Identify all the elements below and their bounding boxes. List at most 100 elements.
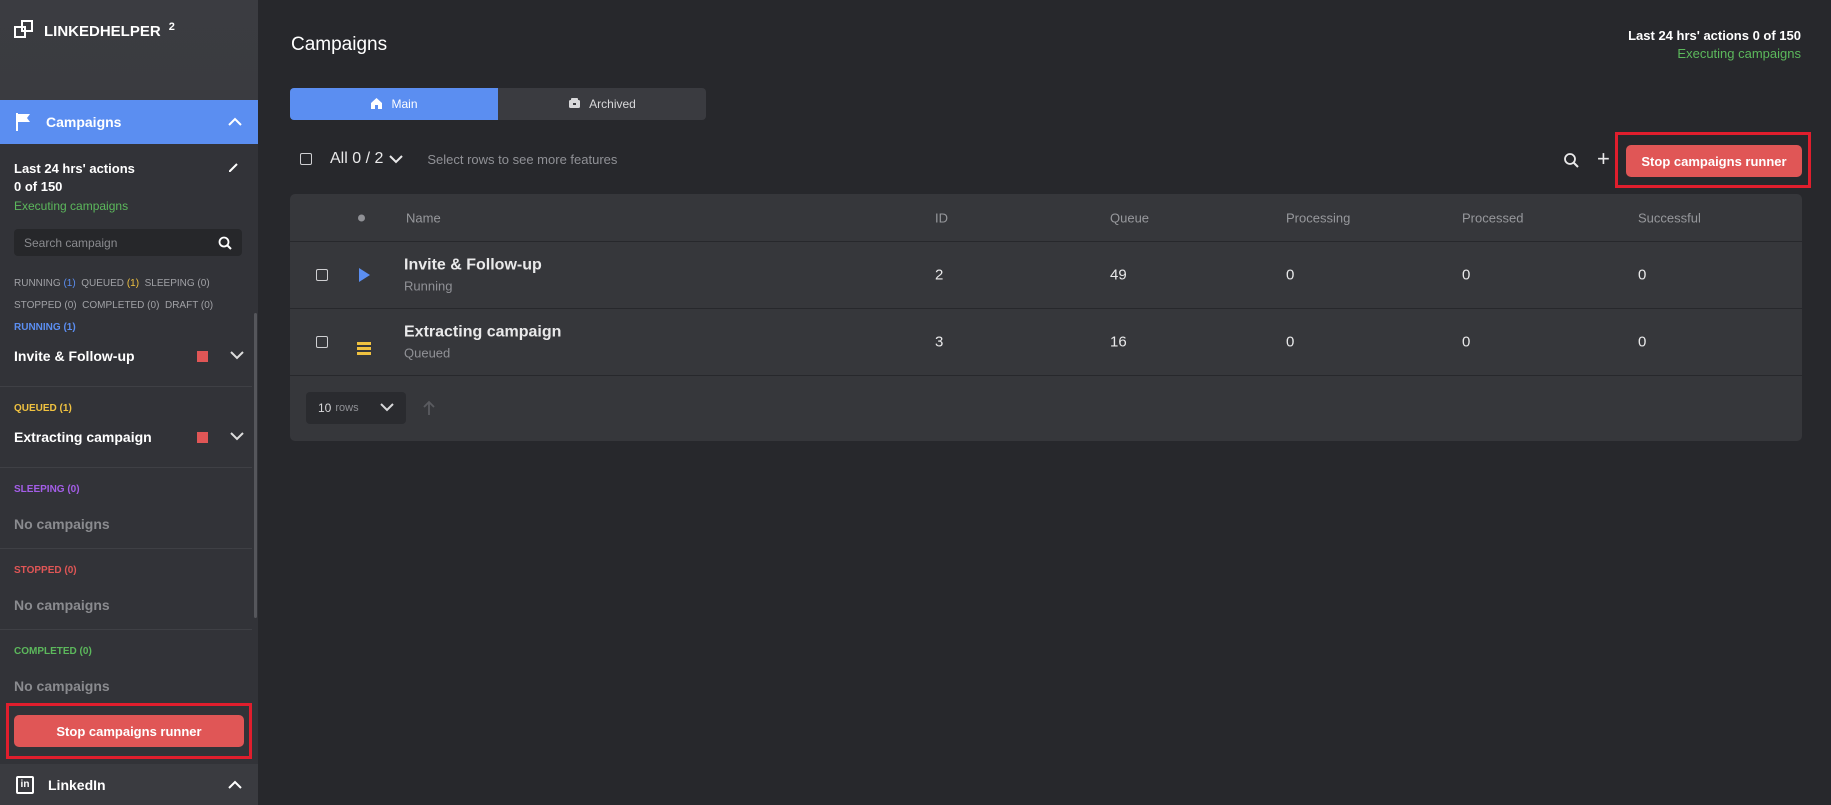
cell-processed: 0	[1462, 266, 1471, 284]
no-campaigns-text: No campaigns	[14, 516, 110, 532]
rows-per-page-value: 10	[318, 401, 332, 415]
chevron-down-icon[interactable]	[230, 430, 244, 444]
actions-stats: Last 24 hrs' actions 0 of 150 Executing …	[14, 160, 244, 216]
home-icon	[370, 97, 383, 112]
row-checkbox[interactable]	[316, 336, 328, 348]
executing-status: Executing campaigns	[1677, 46, 1801, 61]
stop-icon[interactable]	[197, 350, 208, 362]
campaign-name-cell[interactable]: Extracting campaign Queued	[404, 324, 561, 361]
campaign-status: Queued	[404, 345, 451, 361]
executing-status: Executing campaigns	[14, 199, 129, 213]
count-sleeping[interactable]: SLEEPING (0)	[145, 278, 210, 289]
sidebar-campaign-item[interactable]: Invite & Follow-up	[14, 348, 244, 364]
cell-successful: 0	[1638, 333, 1647, 351]
sidebar-campaign-item[interactable]: Extracting campaign	[14, 429, 244, 445]
no-campaigns-text: No campaigns	[14, 597, 110, 613]
count-running[interactable]: RUNNING (1)	[14, 278, 76, 289]
logo-sup: 2	[168, 21, 175, 33]
stop-campaigns-runner-button[interactable]: Stop campaigns runner	[14, 715, 244, 747]
cell-processed: 0	[1462, 333, 1471, 351]
actions-summary: Last 24 hrs' actions 0 of 150 Executing …	[1628, 28, 1801, 61]
chevron-down-icon[interactable]	[230, 349, 244, 363]
logo-text: LINKEDHELPER	[44, 22, 161, 40]
count-completed[interactable]: COMPLETED (0)	[82, 300, 159, 311]
column-header-id[interactable]: ID	[935, 210, 948, 225]
tab-archived-label: Archived	[589, 97, 636, 111]
count-stopped[interactable]: STOPPED (0)	[14, 300, 77, 311]
cell-queue: 16	[1110, 333, 1127, 351]
sidebar-scrollbar[interactable]	[254, 313, 257, 618]
sidebar-campaign-name: Invite & Follow-up	[14, 348, 135, 364]
campaign-status: Running	[404, 278, 453, 294]
cell-id: 2	[935, 266, 944, 284]
chevron-down-icon	[389, 154, 404, 163]
campaign-name: Invite & Follow-up	[404, 256, 542, 274]
select-all-label: All 0 / 2	[330, 150, 384, 167]
select-all-dropdown[interactable]: All 0 / 2	[330, 150, 404, 168]
logo-icon	[14, 20, 36, 42]
select-all-checkbox[interactable]	[300, 153, 312, 165]
cell-id: 3	[935, 333, 944, 351]
tab-main-label: Main	[391, 97, 418, 111]
cell-successful: 0	[1638, 266, 1647, 284]
status-dot-icon	[358, 214, 365, 221]
column-header-queue[interactable]: Queue	[1110, 210, 1149, 225]
divider	[0, 386, 252, 387]
actions-label: Last 24 hrs' actions	[14, 161, 135, 176]
edit-icon[interactable]	[228, 160, 240, 178]
group-label-running: RUNNING (1)	[14, 322, 76, 333]
column-header-processing[interactable]: Processing	[1286, 210, 1350, 225]
column-header-successful[interactable]: Successful	[1638, 210, 1701, 225]
search-icon[interactable]	[218, 236, 232, 250]
linkedin-section-header[interactable]: in LinkedIn	[0, 764, 258, 805]
sidebar: LINKEDHELPER 2 Campaigns Last 24 hrs' act…	[0, 0, 258, 805]
cell-queue: 49	[1110, 266, 1127, 284]
campaigns-section-header[interactable]: Campaigns	[0, 100, 258, 144]
chevron-up-icon[interactable]	[228, 115, 242, 129]
table-row[interactable]: Extracting campaign Queued 3 16 0 0 0	[290, 309, 1802, 376]
actions-summary-text: Last 24 hrs' actions 0 of 150	[1628, 28, 1801, 43]
chevron-down-icon	[380, 401, 394, 415]
cell-processing: 0	[1286, 333, 1295, 351]
divider	[0, 548, 252, 549]
page-title: Campaigns	[291, 34, 388, 55]
group-label-queued: QUEUED (1)	[14, 403, 72, 414]
table-footer: 10 rows	[290, 376, 1802, 440]
chevron-up-icon[interactable]	[228, 778, 242, 792]
sidebar-campaign-name: Extracting campaign	[14, 429, 152, 445]
add-campaign-icon[interactable]: +	[1597, 147, 1610, 171]
column-header-processed[interactable]: Processed	[1462, 210, 1523, 225]
app-logo[interactable]: LINKEDHELPER 2	[14, 20, 175, 42]
search-icon[interactable]	[1563, 152, 1579, 168]
tab-main[interactable]: Main	[290, 88, 498, 120]
campaign-name: Extracting campaign	[404, 323, 562, 341]
campaigns-section-title: Campaigns	[46, 114, 122, 130]
linkedin-label: LinkedIn	[48, 776, 106, 793]
campaign-name-cell[interactable]: Invite & Follow-up Running	[404, 257, 542, 294]
tab-archived[interactable]: Archived	[498, 88, 706, 120]
table-header: Name ID Queue Processing Processed Succe…	[290, 194, 1802, 242]
stop-campaigns-runner-button[interactable]: Stop campaigns runner	[1626, 145, 1802, 177]
cell-processing: 0	[1286, 266, 1295, 284]
divider	[0, 629, 252, 630]
stop-icon[interactable]	[197, 431, 208, 443]
status-counts: RUNNING (1) QUEUED (1) SLEEPING (0) STOP…	[14, 273, 254, 317]
table-row[interactable]: Invite & Follow-up Running 2 49 0 0 0	[290, 242, 1802, 309]
row-checkbox[interactable]	[316, 269, 328, 281]
search-campaign	[14, 229, 242, 256]
no-campaigns-text: No campaigns	[14, 678, 110, 694]
rows-unit: rows	[335, 402, 359, 414]
rows-per-page-select[interactable]: 10 rows	[306, 392, 406, 424]
column-header-name[interactable]: Name	[406, 210, 441, 225]
count-draft[interactable]: DRAFT (0)	[165, 300, 213, 311]
actions-value: 0 of 150	[14, 179, 63, 194]
campaigns-table: Name ID Queue Processing Processed Succe…	[290, 194, 1802, 441]
group-label-sleeping: SLEEPING (0)	[14, 484, 80, 495]
search-campaign-input[interactable]	[24, 235, 204, 250]
count-queued[interactable]: QUEUED (1)	[81, 278, 139, 289]
play-icon	[359, 268, 370, 282]
group-label-stopped: STOPPED (0)	[14, 565, 77, 576]
divider	[0, 467, 252, 468]
selection-hint: Select rows to see more features	[427, 151, 618, 167]
arrow-up-icon[interactable]	[422, 400, 436, 421]
